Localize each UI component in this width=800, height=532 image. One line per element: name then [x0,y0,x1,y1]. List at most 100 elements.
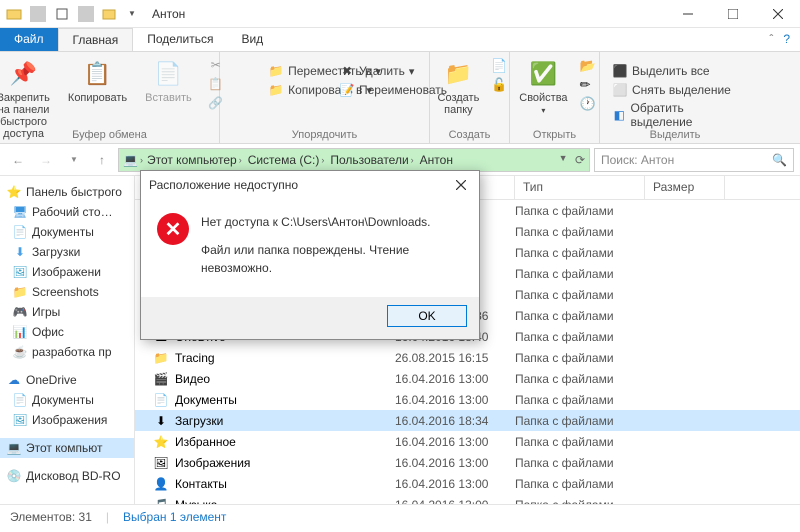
breadcrumb[interactable]: 💻 › Этот компьютер› Система (C:)› Пользо… [118,148,590,172]
select-none-button[interactable]: ⬜Снять выделение [608,81,742,99]
ribbon: 📌 Закрепить на панели быстрого доступа 📋… [0,52,800,144]
tree-label: Screenshots [32,285,99,299]
file-type: Папка с файлами [515,372,645,386]
file-row[interactable]: 🎵Музыка16.04.2016 13:00Папка с файлами [135,494,800,504]
history-icon[interactable]: 🕐 [580,96,596,112]
pc-icon: 💻 [123,153,138,167]
cloud-icon: ☁ [6,372,22,388]
bc-seg-2[interactable]: Пользователи› [328,153,415,167]
maximize-button[interactable] [710,0,755,28]
paste-icon: 📄 [152,58,184,90]
edit-icon[interactable]: ✏ [580,77,596,93]
file-date: 16.04.2016 13:00 [395,498,515,505]
tree-item[interactable]: ⬇Загрузки [0,242,134,262]
forward-button[interactable]: → [34,148,58,172]
ribbon-help: ˆ ? [759,28,800,51]
file-name: Контакты [175,477,227,491]
properties-button[interactable]: ✅ Свойства ▾ [513,56,573,117]
tree-item[interactable]: 🎮Игры [0,302,134,322]
copy-icon: 📋 [82,58,114,90]
nav-tree[interactable]: ⭐Панель быстрого🖥Рабочий сто… 📄 Документы ⬇… [0,176,135,504]
bc-seg-3[interactable]: Антон [418,153,455,167]
tree-item[interactable]: ☕разработка пр [0,342,134,362]
tab-home[interactable]: Главная [58,28,134,51]
file-name: Документы [175,393,237,407]
tree-item[interactable]: 📁Screenshots [0,282,134,302]
dialog-ok-button[interactable]: OK [387,305,467,327]
tab-view[interactable]: Вид [227,28,277,51]
file-row[interactable]: ⭐Избранное16.04.2016 13:00Папка с файлам… [135,431,800,452]
search-icon[interactable]: 🔍 [772,153,787,167]
bc-seg-0[interactable]: Этот компьютер› [145,153,244,167]
tree-item[interactable]: 💿Дисковод BD-RO [0,466,134,486]
new-folder-button[interactable]: 📁 Создать папку [432,56,486,118]
tree-item[interactable]: 🖼Изображения [0,410,134,430]
tree-item[interactable]: ☁OneDrive [0,370,134,390]
tree-label: Изображени [32,265,101,279]
dialog-close-button[interactable] [451,175,471,195]
collapse-ribbon-icon[interactable]: ˆ [769,32,773,47]
file-row[interactable]: 🖼Изображения16.04.2016 13:00Папка с файл… [135,452,800,473]
file-type: Папка с файлами [515,435,645,449]
properties-icon[interactable] [54,6,70,22]
col-size[interactable]: Размер [645,176,725,199]
file-date: 16.04.2016 18:34 [395,414,515,428]
new-folder-icon[interactable] [102,6,118,22]
tree-item[interactable]: 📄Документы [0,222,134,242]
help-icon[interactable]: ? [783,32,790,47]
col-type[interactable]: Тип [515,176,645,199]
tab-share[interactable]: Поделиться [133,28,227,51]
file-row[interactable]: 📄Документы16.04.2016 13:00Папка с файлам… [135,389,800,410]
back-button[interactable]: ← [6,148,30,172]
file-name: Загрузки [175,414,223,428]
file-date: 16.04.2016 13:00 [395,372,515,386]
tree-item[interactable]: 🖥Рабочий сто… [0,202,134,222]
open-icon[interactable]: 📂 [580,58,596,74]
refresh-icon[interactable]: ⟳ [575,153,585,167]
recent-button[interactable]: ▼ [62,148,86,172]
separator [78,6,94,22]
download-icon: ⬇ [153,413,169,429]
tree-label: Панель быстрого [26,185,122,199]
search-box[interactable]: Поиск: Антон 🔍 [594,148,794,172]
new-item-icon[interactable]: 📄 [491,58,507,74]
tree-label: Игры [32,305,60,319]
dropdown-icon[interactable]: ▼ [124,6,140,22]
folder-icon [6,6,22,22]
tree-label: Документы [32,393,94,407]
group-new-label: Создать [430,129,509,141]
group-organize-label: Упорядочить [220,129,429,141]
tree-label: Документы [32,225,94,239]
bc-seg-1[interactable]: Система (C:)› [246,153,327,167]
props-label: Свойства [519,92,567,104]
tree-item[interactable]: 💻Этот компьют [0,438,134,458]
tree-label: Рабочий сто… [32,205,113,219]
tab-file[interactable]: Файл [0,28,58,51]
file-type: Папка с файлами [515,225,645,239]
group-open-label: Открыть [510,129,599,141]
group-select-label: Выделить [600,129,750,141]
invert-selection-button[interactable]: ◧Обратить выделение [608,100,742,130]
file-row[interactable]: 📁Tracing26.08.2015 16:15Папка с файлами [135,347,800,368]
file-row[interactable]: ⬇ Загрузки 16.04.2016 18:34Папка с файлами [135,410,800,431]
selection-count: Выбран 1 элемент [123,510,226,524]
video-icon: 🎬 [153,371,169,387]
bc-dropdown-icon[interactable]: ▼ [559,153,568,167]
doc-icon: 📄 [12,392,28,408]
minimize-button[interactable] [665,0,710,28]
file-name: Избранное [175,435,236,449]
file-row[interactable]: 🎬Видео16.04.2016 13:00Папка с файлами [135,368,800,389]
file-type: Папка с файлами [515,414,645,428]
file-date: 16.04.2016 13:00 [395,477,515,491]
easy-access-icon[interactable]: 🔓 [491,77,507,93]
invert-icon: ◧ [612,107,627,123]
tree-item[interactable]: 📊Офис [0,322,134,342]
tree-item[interactable]: ⭐Панель быстрого [0,182,134,202]
up-button[interactable]: ↑ [90,148,114,172]
image-icon: 🖼 [12,264,28,280]
tree-item[interactable]: 📄 Документы [0,390,134,410]
tree-item[interactable]: 🖼 Изображени [0,262,134,282]
close-button[interactable] [755,0,800,28]
file-row[interactable]: 👤Контакты16.04.2016 13:00Папка с файлами [135,473,800,494]
select-all-button[interactable]: ⬛Выделить все [608,62,742,80]
